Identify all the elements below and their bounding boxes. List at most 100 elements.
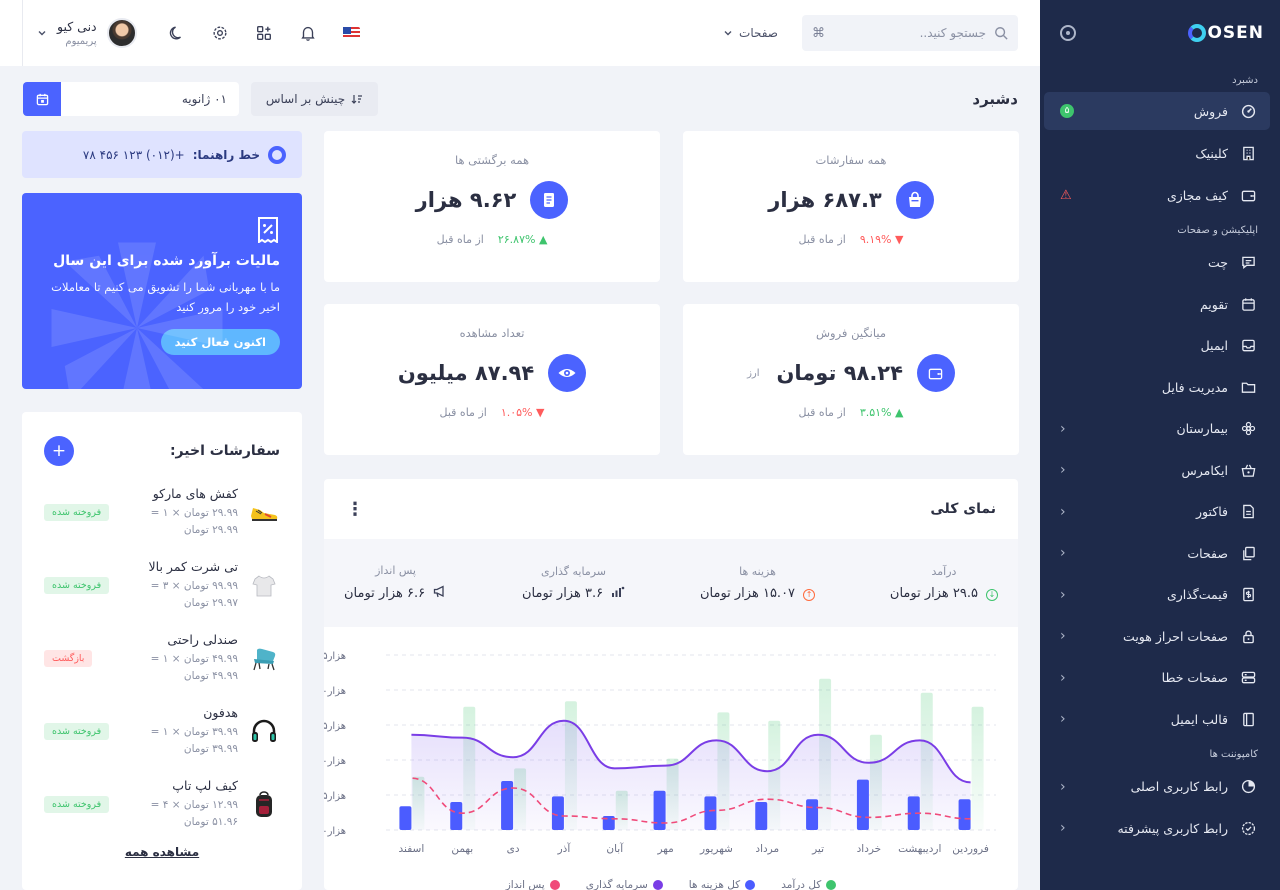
stat-value: ۶۸۷.۳ هزار (768, 188, 882, 212)
legend-item[interactable]: سرمایه گذاری (586, 879, 663, 890)
stat-value: ۸۷.۹۴ میلیون (397, 361, 535, 385)
order-item[interactable]: تی شرت کمر بالا ۹۹.۹۹ تومان × ۳ = ۲۹.۹۷ … (22, 549, 302, 622)
orders-list: کفش های مارکو ۲۹.۹۹ تومان × ۱ = ۲۹.۹۹ تو… (22, 476, 302, 841)
helpline-label: خط راهنما: (192, 147, 260, 162)
order-name: صندلی راحتی (167, 632, 238, 647)
sidebar-menu: دشبرد فروش ۵ کلینیک کیف مجازی ⚠ اپلیکیشن… (1040, 66, 1280, 849)
stat-change: ▼ ۹.۱۹% (859, 233, 904, 246)
stat-change-value: ۱.۰۵% (500, 406, 533, 419)
gear-icon[interactable] (211, 24, 229, 42)
orders-header: سفارشات اخیر: + (22, 412, 302, 476)
brand-logo[interactable]: OSEN (1188, 23, 1264, 43)
arrow-down-circle-icon: ↓ (986, 586, 998, 601)
sidebar-item[interactable]: تقویم (1040, 284, 1280, 326)
order-name: هدفون (203, 705, 238, 720)
legend-label: پس انداز (505, 879, 545, 890)
sidebar-item[interactable]: کلینیک (1040, 133, 1280, 175)
helpline-banner[interactable]: خط راهنما: +(۰۱۲) ۱۲۳ ۴۵۶ ۷۸ (22, 131, 302, 178)
chevron-down-icon (724, 31, 732, 36)
sort-button[interactable]: چینش بر اساس (251, 82, 378, 116)
status-badge: فروخته شده (44, 504, 110, 521)
sidebar-item[interactable]: قیمت‌گذاری ‹ (1040, 574, 1280, 616)
legend-dot (826, 880, 837, 890)
chart-legend: کل درآمد کل هزینه ها سرمایه گذاری پس انداز (324, 879, 1018, 890)
x-tick-label: تیر (811, 843, 824, 855)
chevron-left-icon: ‹ (1060, 711, 1066, 728)
legend-item[interactable]: کل درآمد (781, 879, 837, 890)
avatar (106, 18, 137, 48)
stat-row: ۸۷.۹۴ میلیون (324, 354, 660, 392)
calendar-button[interactable] (23, 82, 61, 116)
orders-title: سفارشات اخیر: (169, 443, 280, 459)
income-bar (971, 706, 984, 830)
header-icons (167, 24, 360, 42)
order-item[interactable]: هدفون ۳۹.۹۹ تومان × ۱ = ۳۹.۹۹ تومان فروخ… (22, 695, 302, 768)
stat-card: تعداد مشاهده ۸۷.۹۴ میلیون ▼ ۱.۰۵% از ماه… (324, 304, 660, 455)
add-order-button[interactable]: + (44, 436, 74, 466)
x-tick-label: اردیبهشت (898, 843, 941, 855)
stat-change-value: ۳.۵۱% (859, 406, 892, 419)
legend-item[interactable]: پس انداز (506, 879, 560, 890)
sidebar-item[interactable]: مدیریت فایل (1040, 367, 1280, 409)
expense-bar (806, 799, 819, 830)
us-flag-icon[interactable] (342, 27, 360, 39)
legend-item[interactable]: کل هزینه ها (689, 879, 756, 890)
sidebar-item[interactable]: قالب ایمیل ‹ (1040, 699, 1280, 741)
y-tick-label: هزار۲۵ (324, 791, 346, 802)
sidebar-item[interactable]: چت (1040, 242, 1280, 284)
x-tick-label: خرداد (857, 843, 882, 855)
order-info: هدفون ۳۹.۹۹ تومان × ۱ = ۳۹.۹۹ تومان (109, 705, 238, 758)
date-input[interactable]: ۰۱ ژانویه (61, 82, 239, 116)
lifebuoy-icon (268, 145, 286, 164)
recent-orders-card: سفارشات اخیر: + کفش های مارکو ۲۹.۹۹ توما… (22, 412, 302, 890)
expense-bar (704, 796, 717, 830)
status-badge: بازگشت (44, 650, 93, 667)
expense-bar (399, 806, 412, 830)
metric-label: سرمایه گذاری (541, 564, 607, 578)
sidebar-top: OSEN (1040, 0, 1280, 66)
moon-icon[interactable] (167, 24, 185, 42)
sidebar-item[interactable]: ایمیل (1040, 325, 1280, 367)
user-menu[interactable]: دنی کیو پریمیوم (22, 0, 137, 66)
search-input[interactable]: جستجو کنید.. (833, 26, 986, 40)
order-item[interactable]: صندلی راحتی ۴۹.۹۹ تومان × ۱ = ۴۹.۹۹ توما… (22, 622, 302, 695)
expense-bar (653, 790, 666, 830)
sidebar-item[interactable]: صفحات ‹ (1040, 533, 1280, 575)
metric-value: ۲۹.۵ هزار تومان (889, 586, 978, 601)
x-tick-label: آذر (557, 842, 572, 855)
metric-value: ۱۵.۰۷ هزار تومان (699, 586, 796, 601)
sidebar-item[interactable]: رابط کاربری اصلی ‹ (1040, 766, 1280, 808)
sidebar-item[interactable]: فاکتور ‹ (1040, 491, 1280, 533)
overview-metric: هزینه ها ↑ ۱۵.۰۷ هزار تومان (699, 565, 816, 601)
sidebar-section-title: اپلیکیشن و صفحات (1177, 224, 1258, 236)
pages-dropdown[interactable]: صفحات (723, 26, 778, 40)
bell-icon[interactable] (299, 24, 317, 42)
sidebar-item[interactable]: صفحات احراز هویت ‹ (1040, 616, 1280, 658)
apps-icon[interactable] (255, 24, 273, 42)
metric-value: ۶.۶ هزار تومان (344, 586, 426, 601)
helpline-number: +(۰۱۲) ۱۲۳ ۴۵۶ ۷۸ (82, 147, 185, 162)
chevron-left-icon: ‹ (1060, 669, 1066, 686)
status-badge: فروخته شده (44, 723, 110, 740)
expense-bar (551, 796, 564, 830)
sidebar-item[interactable]: بیمارستان ‹ (1040, 408, 1280, 450)
view-all-link[interactable]: مشاهده همه (22, 845, 302, 859)
order-item[interactable]: کیف لپ تاپ ۱۲.۹۹ تومان × ۴ = ۵۱.۹۶ تومان… (22, 768, 302, 841)
sidebar-item[interactable]: کیف مجازی ⚠ (1040, 175, 1280, 217)
stat-change-value: ۹.۱۹% (859, 233, 892, 246)
date-picker[interactable]: ۰۱ ژانویه (23, 82, 239, 116)
sidebar-item-label: مدیریت فایل (1161, 379, 1228, 395)
sidebar-item[interactable]: رابط کاربری پیشرفته ‹ (1040, 808, 1280, 850)
sidebar-item[interactable]: ایکامرس ‹ (1040, 450, 1280, 492)
order-item[interactable]: کفش های مارکو ۲۹.۹۹ تومان × ۱ = ۲۹.۹۹ تو… (22, 476, 302, 549)
tshirt-icon (248, 570, 280, 602)
megaphone-icon (433, 585, 447, 602)
sidebar-toggle-icon[interactable] (1060, 25, 1076, 41)
sidebar-item[interactable]: صفحات خطا ‹ (1040, 657, 1280, 699)
sidebar-item[interactable]: فروش ۵ (1044, 92, 1270, 130)
order-info: صندلی راحتی ۴۹.۹۹ تومان × ۱ = ۴۹.۹۹ توما… (92, 632, 238, 685)
search-box[interactable]: جستجو کنید.. ⌘ (802, 15, 1018, 51)
more-options-icon[interactable]: ⋮ (346, 499, 364, 520)
stat-card: همه سفارشات ۶۸۷.۳ هزار ▼ ۹.۱۹% از ماه قب… (683, 131, 1019, 282)
stat-change: ▲ ۲۶.۸۷% (497, 233, 548, 246)
